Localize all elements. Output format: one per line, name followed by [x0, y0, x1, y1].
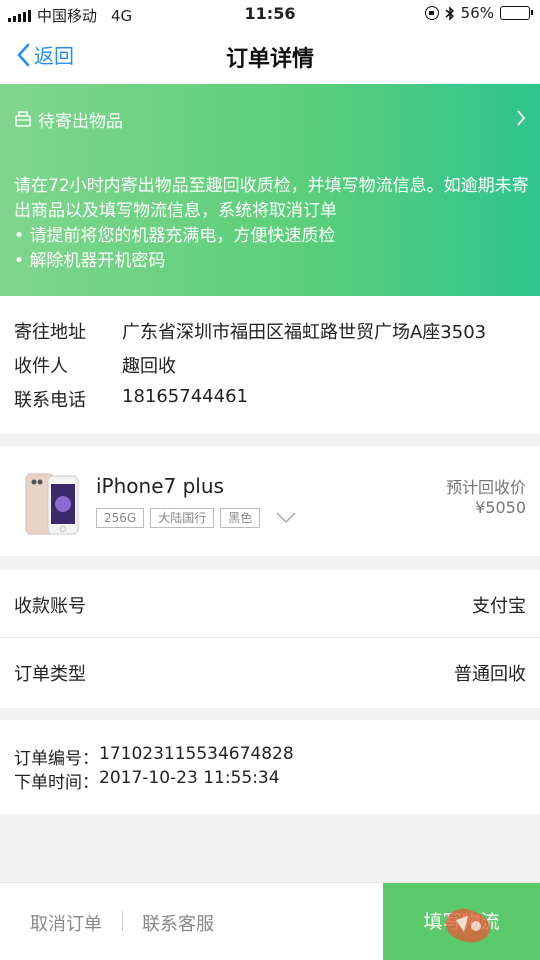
- watermark-logo: [446, 908, 490, 943]
- shipping-notice: 请在72小时内寄出物品至趣回收质检，并填写物流信息。如逾期未寄出商品以及填写物流…: [14, 176, 529, 221]
- contact-support-button[interactable]: 联系客服: [142, 910, 214, 936]
- order-time-line: 下单时间： 2017-10-23 11:55:34: [14, 768, 280, 793]
- pending-shipment-row[interactable]: 待寄出物品: [14, 106, 526, 132]
- status-bar: 中国移动 4G 11:56 56%: [0, 0, 540, 28]
- price-label: 预计回收价: [445, 478, 526, 497]
- address-row: 寄往地址 广东省深圳市福田区福虹路世贸广场A座3503: [14, 318, 486, 344]
- product-name: iPhone7 plus: [96, 474, 224, 498]
- chevron-down-icon[interactable]: [276, 512, 296, 524]
- order-time: 2017-10-23 11:55:34: [99, 768, 280, 788]
- order-number: 171023115534674828: [99, 744, 294, 764]
- divider: [122, 911, 123, 931]
- tip-item: 请提前将您的机器充满电，方便快速质检: [14, 224, 530, 249]
- recipient-value: 趣回收: [122, 356, 176, 377]
- phone-label: 联系电话: [14, 390, 86, 411]
- order-type-row: 订单类型 普通回收: [0, 638, 540, 708]
- product-tags: 256G 大陆国行 黑色: [96, 508, 296, 528]
- address-label: 寄往地址: [14, 322, 86, 343]
- phone-value: 18165744461: [122, 386, 248, 407]
- payment-account-row[interactable]: 收款账号 支付宝: [0, 570, 540, 638]
- chevron-right-icon: [517, 110, 526, 126]
- pending-shipment-title: 待寄出物品: [38, 111, 123, 132]
- nav-bar: 返回 订单详情: [0, 28, 540, 84]
- battery-icon: [500, 6, 533, 20]
- cancel-order-button[interactable]: 取消订单: [30, 910, 102, 936]
- product-card[interactable]: iPhone7 plus 256G 大陆国行 黑色 预计回收价 ¥5050: [0, 446, 540, 556]
- phone-row: 联系电话 18165744461: [14, 386, 248, 412]
- shipping-notice-banner: 待寄出物品 请在72小时内寄出物品至趣回收质检，并填写物流信息。如逾期未寄出商品…: [0, 84, 540, 296]
- package-icon: [15, 111, 31, 127]
- recipient-row: 收件人 趣回收: [14, 352, 176, 378]
- payment-account-value: 支付宝: [472, 596, 526, 617]
- orientation-lock-icon: [424, 6, 439, 20]
- product-image: [25, 473, 79, 535]
- color-tag: 黑色: [220, 508, 261, 528]
- capacity-tag: 256G: [96, 508, 145, 528]
- address-card: 寄往地址 广东省深圳市福田区福虹路世贸广场A座3503 收件人 趣回收 联系电话…: [0, 296, 540, 434]
- order-type-value: 普通回收: [454, 664, 526, 685]
- order-number-label: 订单编号：: [14, 749, 99, 769]
- recipient-label: 收件人: [14, 356, 68, 377]
- address-value: 广东省深圳市福田区福虹路世贸广场A座3503: [122, 322, 487, 343]
- order-info-card: 订单编号： 171023115534674828 下单时间： 2017-10-2…: [0, 720, 540, 814]
- order-number-line: 订单编号： 171023115534674828: [14, 744, 294, 769]
- status-right: 56%: [424, 4, 533, 22]
- payment-account-label: 收款账号: [14, 596, 86, 617]
- notice-text-block: 请在72小时内寄出物品至趣回收质检，并填写物流信息。如逾期未寄出商品以及填写物流…: [14, 174, 530, 274]
- order-time-label: 下单时间：: [14, 773, 99, 793]
- tip-item: 解除机器开机密码: [14, 249, 530, 274]
- bluetooth-icon: [445, 5, 454, 21]
- estimated-price: ¥5050: [475, 498, 526, 517]
- order-type-label: 订单类型: [14, 664, 86, 685]
- page-title: 订单详情: [225, 47, 314, 72]
- region-tag: 大陆国行: [150, 508, 215, 528]
- battery-percent: 56%: [460, 4, 494, 22]
